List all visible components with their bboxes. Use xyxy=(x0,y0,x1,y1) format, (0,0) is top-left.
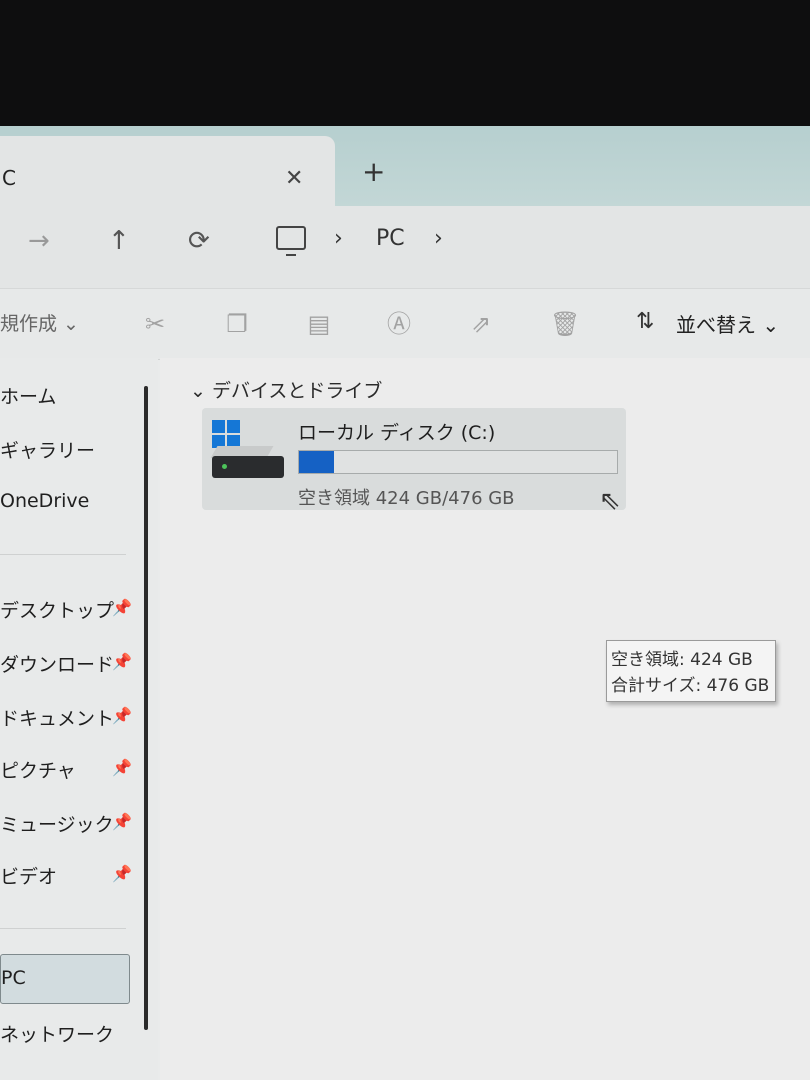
file-explorer-window: C ✕ + → ↑ ⟳ › PC › 規作成 ⌄ ✂ ❐ ▤ Ⓐ ⇗ 🗑 ⇅ 並… xyxy=(0,126,810,1080)
plus-icon[interactable]: + xyxy=(362,158,385,186)
chevron-right-icon[interactable]: › xyxy=(334,226,343,251)
new-button-label: 規作成 xyxy=(0,313,58,335)
sidebar-scrollbar[interactable] xyxy=(144,386,148,1030)
pin-icon: 📌 xyxy=(112,652,132,671)
divider xyxy=(0,928,126,929)
drive-name: ローカル ディスク (C:) xyxy=(298,422,496,444)
paste-icon[interactable]: ▤ xyxy=(306,311,332,337)
command-bar: 規作成 ⌄ ✂ ❐ ▤ Ⓐ ⇗ 🗑 ⇅ 並べ替え ⌄ xyxy=(0,288,810,360)
sidebar-item-music[interactable]: ミュージック xyxy=(0,810,114,837)
tab-strip: C ✕ + xyxy=(0,126,810,206)
sidebar-item-documents[interactable]: ドキュメント xyxy=(0,704,114,731)
tab-pc[interactable]: C ✕ xyxy=(0,136,335,206)
arrow-up-icon[interactable]: ↑ xyxy=(108,228,130,254)
divider xyxy=(0,554,126,555)
group-header-devices[interactable]: ⌄ デバイスとドライブ xyxy=(190,376,382,403)
sort-label: 並べ替え xyxy=(676,313,756,337)
refresh-icon[interactable]: ⟳ xyxy=(188,228,210,254)
delete-icon[interactable]: 🗑 xyxy=(550,311,580,337)
pin-icon: 📌 xyxy=(112,706,132,725)
breadcrumb-pc[interactable]: PC xyxy=(376,226,405,251)
close-icon[interactable]: ✕ xyxy=(285,166,303,191)
content-pane: ⌄ デバイスとドライブ ローカル ディスク (C:) 空き領域 424 GB/4… xyxy=(160,358,810,1080)
drive-free-space: 空き領域 424 GB/476 GB xyxy=(298,488,515,509)
navigation-pane: ホーム ギャラリー OneDrive デスクトップ 📌 ダウンロード 📌 ドキュ… xyxy=(0,358,158,1080)
sidebar-item-pc-label: PC xyxy=(1,967,26,989)
pin-icon: 📌 xyxy=(112,812,132,831)
sidebar-item-desktop[interactable]: デスクトップ xyxy=(0,596,114,623)
tooltip-total-size: 合計サイズ: 476 GB xyxy=(611,676,770,696)
sidebar-item-pc[interactable]: PC xyxy=(0,954,130,1004)
hard-drive-icon xyxy=(212,456,284,478)
share-icon[interactable]: ⇗ xyxy=(468,311,494,337)
sidebar-item-videos[interactable]: ビデオ xyxy=(0,862,57,889)
monitor-icon[interactable] xyxy=(276,226,306,256)
sidebar-item-pictures[interactable]: ピクチャ xyxy=(0,756,76,783)
cut-icon[interactable]: ✂ xyxy=(142,311,168,337)
arrow-right-icon[interactable]: → xyxy=(28,228,50,254)
group-header-label: デバイスとドライブ xyxy=(211,380,383,402)
sidebar-item-gallery[interactable]: ギャラリー xyxy=(0,436,95,463)
pin-icon: 📌 xyxy=(112,598,132,617)
sidebar-item-downloads[interactable]: ダウンロード xyxy=(0,650,114,677)
sort-button[interactable]: 並べ替え ⌄ xyxy=(676,309,779,338)
tab-title: C xyxy=(2,166,16,190)
sidebar-item-home[interactable]: ホーム xyxy=(0,382,56,409)
sidebar-item-onedrive[interactable]: OneDrive xyxy=(0,490,89,512)
drive-usage-bar xyxy=(298,450,618,474)
drive-c-tile[interactable]: ローカル ディスク (C:) 空き領域 424 GB/476 GB xyxy=(202,408,626,510)
sidebar-item-network[interactable]: ネットワーク xyxy=(0,1020,114,1047)
new-button[interactable]: 規作成 ⌄ xyxy=(0,309,79,336)
navigation-bar: → ↑ ⟳ › PC › xyxy=(0,206,810,288)
chevron-right-icon[interactable]: › xyxy=(434,226,443,251)
pin-icon: 📌 xyxy=(112,864,132,883)
mouse-cursor-icon: ⇖ xyxy=(599,486,621,516)
pin-icon: 📌 xyxy=(112,758,132,777)
tooltip-free-space: 空き領域: 424 GB xyxy=(611,650,753,670)
copy-icon[interactable]: ❐ xyxy=(224,311,250,337)
rename-icon[interactable]: Ⓐ xyxy=(386,311,412,337)
drive-tooltip: 空き領域: 424 GB 合計サイズ: 476 GB xyxy=(606,640,776,702)
sort-icon[interactable]: ⇅ xyxy=(636,309,654,334)
drive-usage-fill xyxy=(299,451,334,473)
windows-logo-icon xyxy=(212,420,240,448)
